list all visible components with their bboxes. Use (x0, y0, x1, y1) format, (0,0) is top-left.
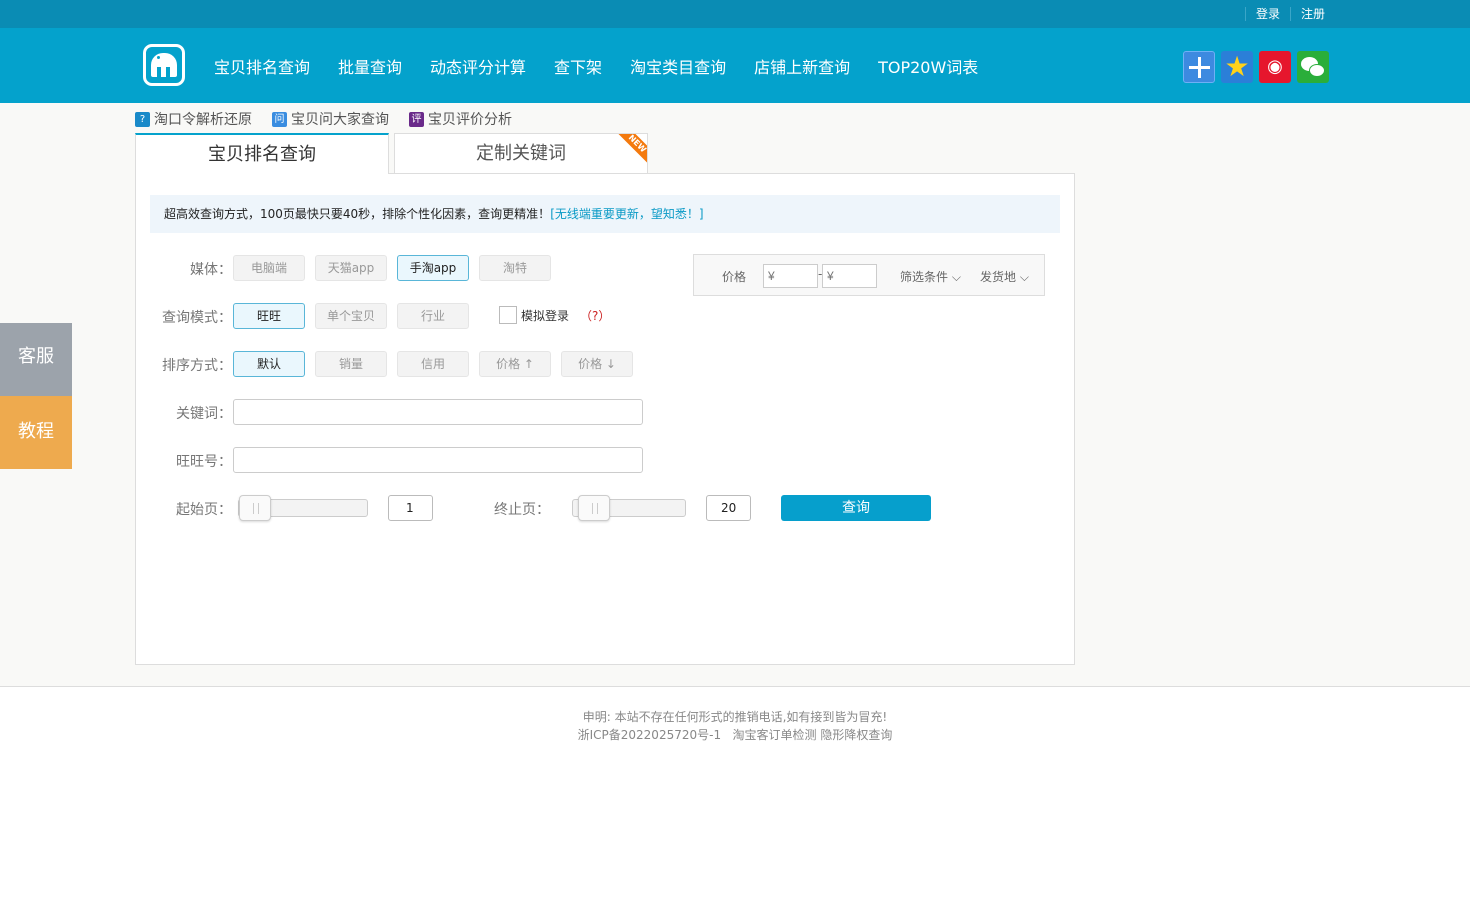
origin-dropdown[interactable]: 发货地 ⌵ (980, 268, 1029, 285)
media-label: 媒体： (190, 262, 232, 278)
key-icon: ? (135, 111, 150, 127)
end-page-input[interactable]: 20 (706, 495, 751, 521)
tab-custom-keyword[interactable]: 定制关键词 NEW (394, 133, 648, 174)
nav-item-delist[interactable]: 查下架 (540, 54, 616, 78)
keyword-input[interactable] (233, 399, 643, 425)
nav-item-dsr-calc[interactable]: 动态评分计算 (416, 54, 540, 78)
chevron-down-icon: ⌵ (951, 270, 961, 284)
sort-price-asc-button[interactable]: 价格 ↑ (479, 351, 551, 377)
media-pc-button[interactable]: 电脑端 (233, 255, 305, 281)
media-tmall-button[interactable]: 天猫app (315, 255, 387, 281)
nav-menu: 宝贝排名查询 批量查询 动态评分计算 查下架 淘宝类目查询 店铺上新查询 TOP… (200, 28, 992, 103)
sort-price-desc-button[interactable]: 价格 ↓ (561, 351, 633, 377)
new-badge: NEW (614, 134, 647, 167)
price-label: 价格 (722, 270, 747, 284)
review-icon: 评 (409, 111, 424, 127)
auth-links: 登录 注册 (1244, 7, 1335, 21)
footer: 申明: 本站不存在任何形式的推销电话,如有接到皆为冒充! 浙ICP备202202… (0, 708, 1470, 744)
media-taote-button[interactable]: 淘特 (479, 255, 551, 281)
start-page-slider[interactable] (238, 495, 368, 521)
social-share: ★ ◉ (1183, 51, 1329, 83)
mode-single-item-button[interactable]: 单个宝贝 (315, 303, 387, 329)
end-page-slider-handle[interactable] (578, 495, 610, 521)
end-page-slider[interactable] (572, 495, 686, 521)
nav-item-top20w[interactable]: TOP20W词表 (864, 54, 992, 78)
mode-wangwang-button[interactable]: 旺旺 (233, 303, 305, 329)
mode-label: 查询模式： (162, 310, 232, 326)
simulate-login-label: 模拟登录 (521, 309, 570, 323)
nav-item-shop-new[interactable]: 店铺上新查询 (740, 54, 864, 78)
wangwang-label: 旺旺号： (176, 454, 232, 470)
notice-bar: 超高效查询方式，100页最快只要40秒，排除个性化因素，查询更精准！[无线端重要… (150, 195, 1060, 233)
price-min-input[interactable] (763, 264, 818, 288)
wechat-icon[interactable] (1297, 51, 1329, 83)
sub-links: ? 淘口令解析还原 问 宝贝问大家查询 评 宝贝评价分析 (135, 109, 512, 129)
weibo-icon[interactable]: ◉ (1259, 51, 1291, 83)
start-page-input[interactable]: 1 (388, 495, 433, 521)
site-logo[interactable] (143, 44, 185, 86)
register-link[interactable]: 注册 (1289, 7, 1335, 21)
keyword-label: 关键词： (176, 406, 232, 422)
elephant-icon (151, 53, 177, 77)
sublink-taokouling[interactable]: ? 淘口令解析还原 (135, 109, 252, 129)
icp-link[interactable]: 浙ICP备2022025720号-1 (578, 728, 721, 742)
media-taobao-app-button[interactable]: 手淘app (397, 255, 469, 281)
tutorial-button[interactable]: 教程 (0, 396, 72, 469)
customer-service-button[interactable]: 客服 (0, 323, 72, 396)
end-page-label: 终止页： (494, 502, 550, 518)
login-link[interactable]: 登录 (1244, 7, 1290, 21)
question-icon: 问 (272, 111, 287, 127)
query-panel: 超高效查询方式，100页最快只要40秒，排除个性化因素，查询更精准！[无线端重要… (135, 173, 1075, 665)
filter-conditions-dropdown[interactable]: 筛选条件 ⌵ (900, 268, 961, 285)
start-page-label: 起始页： (176, 502, 232, 518)
top-bar: 登录 注册 (0, 0, 1470, 28)
plus-share-icon[interactable] (1183, 51, 1215, 83)
sublink-ask-all[interactable]: 问 宝贝问大家查询 (272, 109, 389, 129)
hidden-demotion-link[interactable]: 隐形降权查询 (820, 728, 892, 742)
sort-sales-button[interactable]: 销量 (315, 351, 387, 377)
help-link[interactable]: （?） (580, 307, 610, 324)
filter-box: 价格 - 筛选条件 ⌵ 发货地 ⌵ (693, 254, 1045, 296)
order-check-link[interactable]: 淘宝客订单检测 (733, 728, 817, 742)
mode-industry-button[interactable]: 行业 (397, 303, 469, 329)
sort-default-button[interactable]: 默认 (233, 351, 305, 377)
tab-rank-query[interactable]: 宝贝排名查询 (135, 133, 389, 174)
footer-divider (0, 686, 1470, 687)
nav-item-rank-query[interactable]: 宝贝排名查询 (200, 54, 324, 78)
footer-disclaimer: 申明: 本站不存在任何形式的推销电话,如有接到皆为冒充! (582, 710, 888, 724)
sort-credit-button[interactable]: 信用 (397, 351, 469, 377)
nav-item-batch-query[interactable]: 批量查询 (324, 54, 416, 78)
sort-label: 排序方式： (162, 358, 232, 374)
qzone-icon[interactable]: ★ (1221, 51, 1253, 83)
start-page-slider-handle[interactable] (239, 495, 271, 521)
wangwang-input[interactable] (233, 447, 643, 473)
notice-link[interactable]: [无线端重要更新，望知悉！] (550, 207, 703, 221)
sublink-review-analysis[interactable]: 评 宝贝评价分析 (409, 109, 512, 129)
simulate-login-checkbox[interactable] (499, 306, 517, 324)
nav-item-category[interactable]: 淘宝类目查询 (616, 54, 740, 78)
price-max-input[interactable] (822, 264, 877, 288)
main-navbar: 宝贝排名查询 批量查询 动态评分计算 查下架 淘宝类目查询 店铺上新查询 TOP… (0, 28, 1470, 103)
query-button[interactable]: 查询 (781, 495, 931, 521)
chevron-down-icon: ⌵ (1019, 270, 1029, 284)
